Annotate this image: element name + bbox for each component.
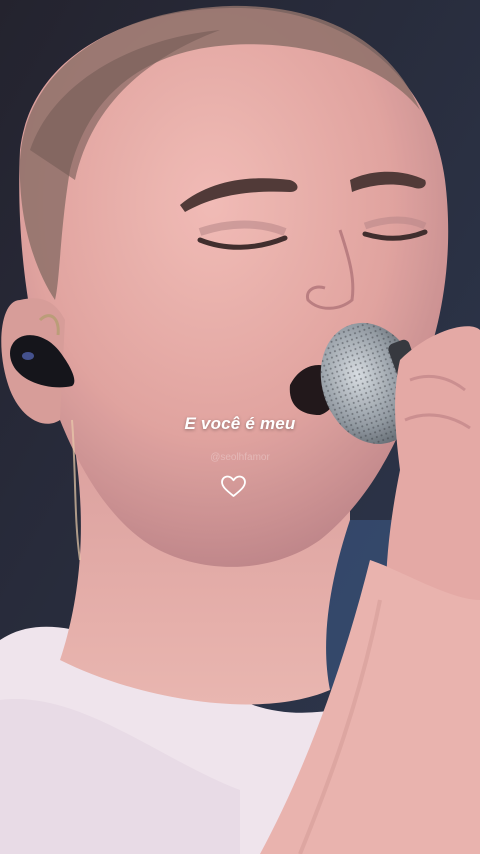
username-watermark: @seolhfamor xyxy=(210,452,270,463)
heart-outline-icon xyxy=(221,475,246,497)
story-frame: E você é meu @seolhfamor xyxy=(0,0,480,854)
lyric-caption: E você é meu xyxy=(184,414,296,433)
